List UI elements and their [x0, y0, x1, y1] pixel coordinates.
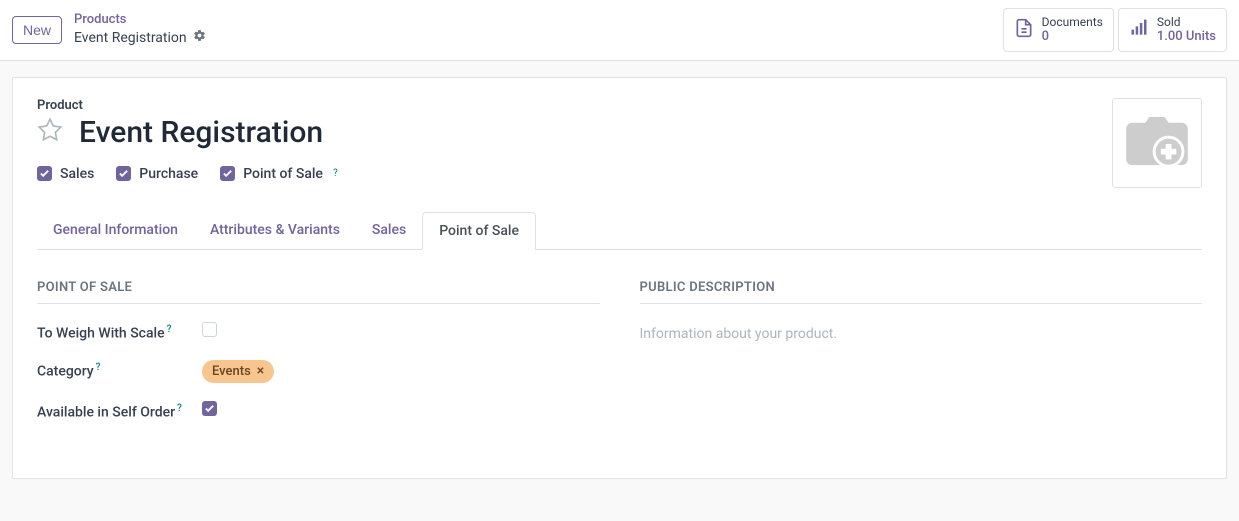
star-icon[interactable]: [37, 117, 63, 147]
gear-icon[interactable]: [193, 29, 206, 47]
camera-plus-icon: [1126, 117, 1188, 169]
sold-label: Sold: [1157, 15, 1216, 29]
weigh-help-icon[interactable]: ?: [167, 324, 172, 335]
category-label: Category?: [37, 360, 202, 380]
product-image-upload[interactable]: [1112, 98, 1202, 188]
tab-point-of-sale[interactable]: Point of Sale: [422, 212, 536, 250]
tabs-row: General Information Attributes & Variant…: [37, 212, 1202, 250]
documents-label: Documents: [1042, 15, 1103, 29]
pos-label: Point of Sale: [243, 166, 323, 182]
weigh-checkbox[interactable]: [202, 322, 217, 337]
tab-general-information[interactable]: General Information: [37, 212, 194, 249]
sales-check-item: Sales: [37, 166, 94, 182]
category-tag-label: Events: [212, 364, 251, 379]
sold-stat-button[interactable]: Sold 1.00 Units: [1118, 8, 1227, 52]
tab-content: POINT OF SALE To Weigh With Scale? Categ…: [37, 250, 1202, 438]
breadcrumb-current: Event Registration: [74, 29, 206, 47]
top-bar: New Products Event Registration Document…: [0, 0, 1239, 61]
tab-attributes-variants[interactable]: Attributes & Variants: [194, 212, 356, 249]
product-name-input[interactable]: Event Registration: [79, 115, 323, 150]
category-tag-remove-icon[interactable]: ×: [257, 364, 264, 378]
purchase-label: Purchase: [139, 166, 198, 182]
sold-stat-text: Sold 1.00 Units: [1157, 15, 1216, 45]
top-right-stats: Documents 0 Sold 1.00 Units: [1003, 8, 1227, 52]
purchase-check-item: Purchase: [116, 166, 198, 182]
weigh-field-row: To Weigh With Scale?: [37, 322, 600, 342]
checks-row: Sales Purchase Point of Sale ?: [37, 166, 1112, 182]
breadcrumb-current-text: Event Registration: [74, 29, 187, 47]
sold-value: 1.00 Units: [1157, 29, 1216, 45]
left-column: POINT OF SALE To Weigh With Scale? Categ…: [37, 280, 600, 438]
new-button[interactable]: New: [12, 16, 62, 44]
product-card: Product Event Registration Sales: [12, 77, 1227, 479]
weigh-label: To Weigh With Scale?: [37, 322, 202, 342]
category-field-row: Category? Events ×: [37, 360, 600, 383]
document-icon: [1014, 18, 1034, 42]
category-tag-events[interactable]: Events ×: [202, 360, 274, 383]
content-wrap: Product Event Registration Sales: [0, 61, 1239, 495]
purchase-checkbox[interactable]: [116, 166, 131, 181]
pos-checkbox[interactable]: [220, 166, 235, 181]
sales-label: Sales: [60, 166, 94, 182]
pos-check-item: Point of Sale ?: [220, 166, 337, 182]
top-left: New Products Event Registration: [12, 12, 206, 47]
tab-sales[interactable]: Sales: [356, 212, 422, 249]
public-description-input[interactable]: Information about your product.: [640, 322, 1203, 346]
category-value[interactable]: Events ×: [202, 360, 600, 383]
card-header-left: Product Event Registration Sales: [37, 98, 1112, 182]
product-small-label: Product: [37, 98, 1112, 113]
breadcrumb-parent-link[interactable]: Products: [74, 12, 206, 29]
self-order-checkbox[interactable]: [202, 401, 217, 416]
sales-checkbox[interactable]: [37, 166, 52, 181]
card-top: Product Event Registration Sales: [37, 98, 1202, 188]
category-help-icon[interactable]: ?: [96, 362, 101, 373]
self-order-help-icon[interactable]: ?: [177, 403, 182, 414]
public-desc-title: PUBLIC DESCRIPTION: [640, 280, 1203, 304]
pos-section-title: POINT OF SALE: [37, 280, 600, 304]
bars-icon: [1129, 18, 1149, 42]
self-order-label: Available in Self Order?: [37, 401, 202, 421]
pos-help-icon[interactable]: ?: [333, 168, 338, 179]
title-row: Event Registration: [37, 115, 1112, 150]
right-column: PUBLIC DESCRIPTION Information about you…: [640, 280, 1203, 438]
weigh-value: [202, 322, 600, 337]
self-order-field-row: Available in Self Order?: [37, 401, 600, 421]
documents-value: 0: [1042, 29, 1103, 45]
documents-stat-text: Documents 0: [1042, 15, 1103, 45]
self-order-value: [202, 401, 600, 416]
breadcrumb: Products Event Registration: [74, 12, 206, 47]
documents-stat-button[interactable]: Documents 0: [1003, 8, 1114, 52]
